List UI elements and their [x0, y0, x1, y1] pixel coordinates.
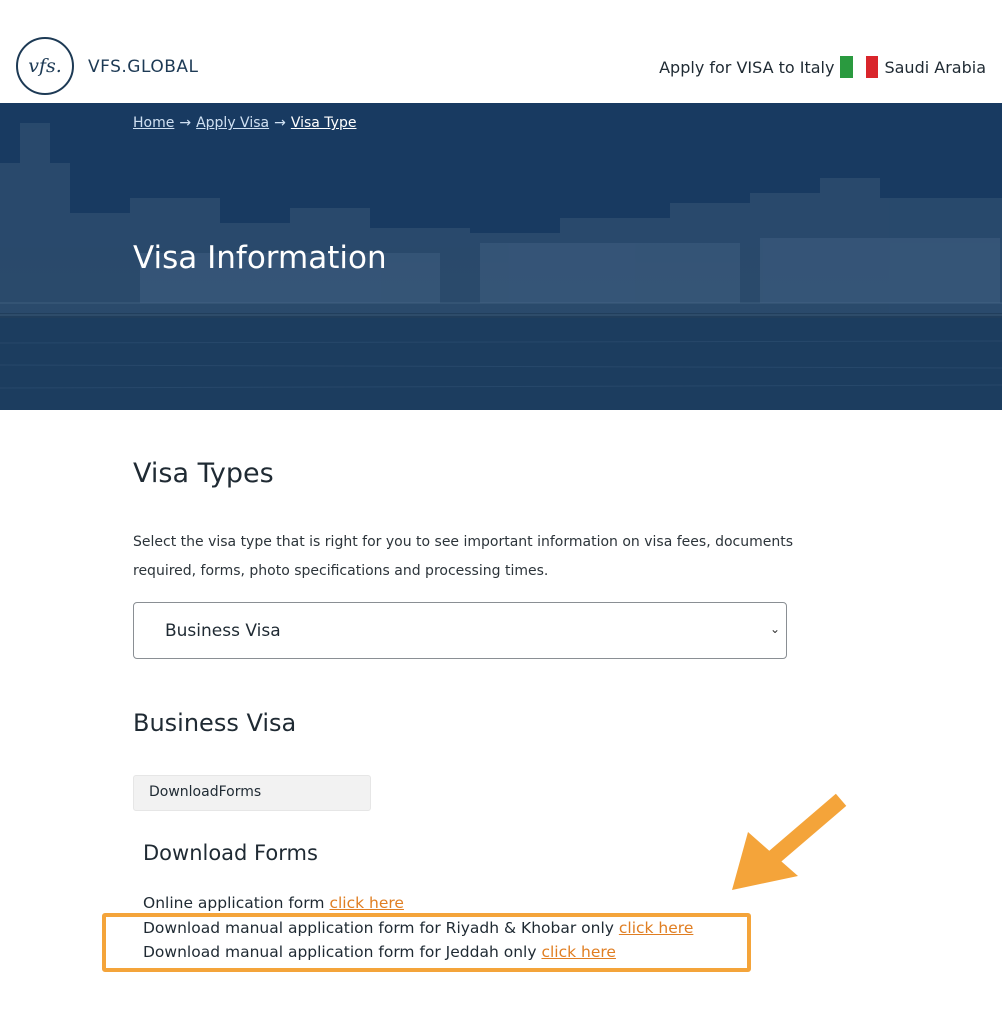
page-title: Visa Information [133, 240, 387, 276]
highlight-box [102, 913, 751, 972]
breadcrumb-home[interactable]: Home [133, 115, 174, 131]
breadcrumb: Home → Apply Visa → Visa Type [133, 115, 356, 131]
breadcrumb-separator: → [179, 115, 192, 131]
business-visa-heading: Business Visa [133, 709, 297, 737]
breadcrumb-separator: → [274, 115, 286, 131]
country-selector[interactable]: Apply for VISA to Italy Saudi Arabia [659, 56, 986, 78]
visa-type-select[interactable]: Business Visa ⌄ [133, 602, 787, 659]
brand-name[interactable]: VFS.GLOBAL [88, 57, 199, 77]
form-line-text: Online application form [143, 894, 325, 912]
arrow-icon [732, 793, 847, 890]
breadcrumb-visa-type[interactable]: Visa Type [291, 115, 357, 131]
tab-download-forms-label: DownloadForms [149, 784, 262, 800]
hero-banner: Home → Apply Visa → Visa Type Visa Informati… [0, 103, 1002, 410]
click-here-link-online[interactable]: click here [329, 894, 404, 912]
country-label: Saudi Arabia [884, 57, 986, 77]
visa-types-description: Select the visa type that is right for y… [133, 534, 794, 579]
download-forms-heading: Download Forms [143, 841, 318, 865]
italy-flag-icon [840, 56, 879, 78]
breadcrumb-apply-visa[interactable]: Apply Visa [196, 115, 269, 131]
visa-types-heading: Visa Types [133, 458, 274, 489]
visa-type-selected-value: Business Visa [165, 621, 281, 641]
site-header: vfs. VFS.GLOBAL Apply for VISA to Italy … [0, 0, 1002, 103]
form-line-online: Online application form click here [143, 894, 404, 912]
tab-download-forms[interactable]: DownloadForms [133, 775, 371, 811]
apply-text: Apply for VISA to Italy [659, 57, 835, 77]
chevron-down-icon: ⌄ [769, 622, 780, 636]
vfs-logo[interactable]: vfs. [16, 37, 74, 95]
